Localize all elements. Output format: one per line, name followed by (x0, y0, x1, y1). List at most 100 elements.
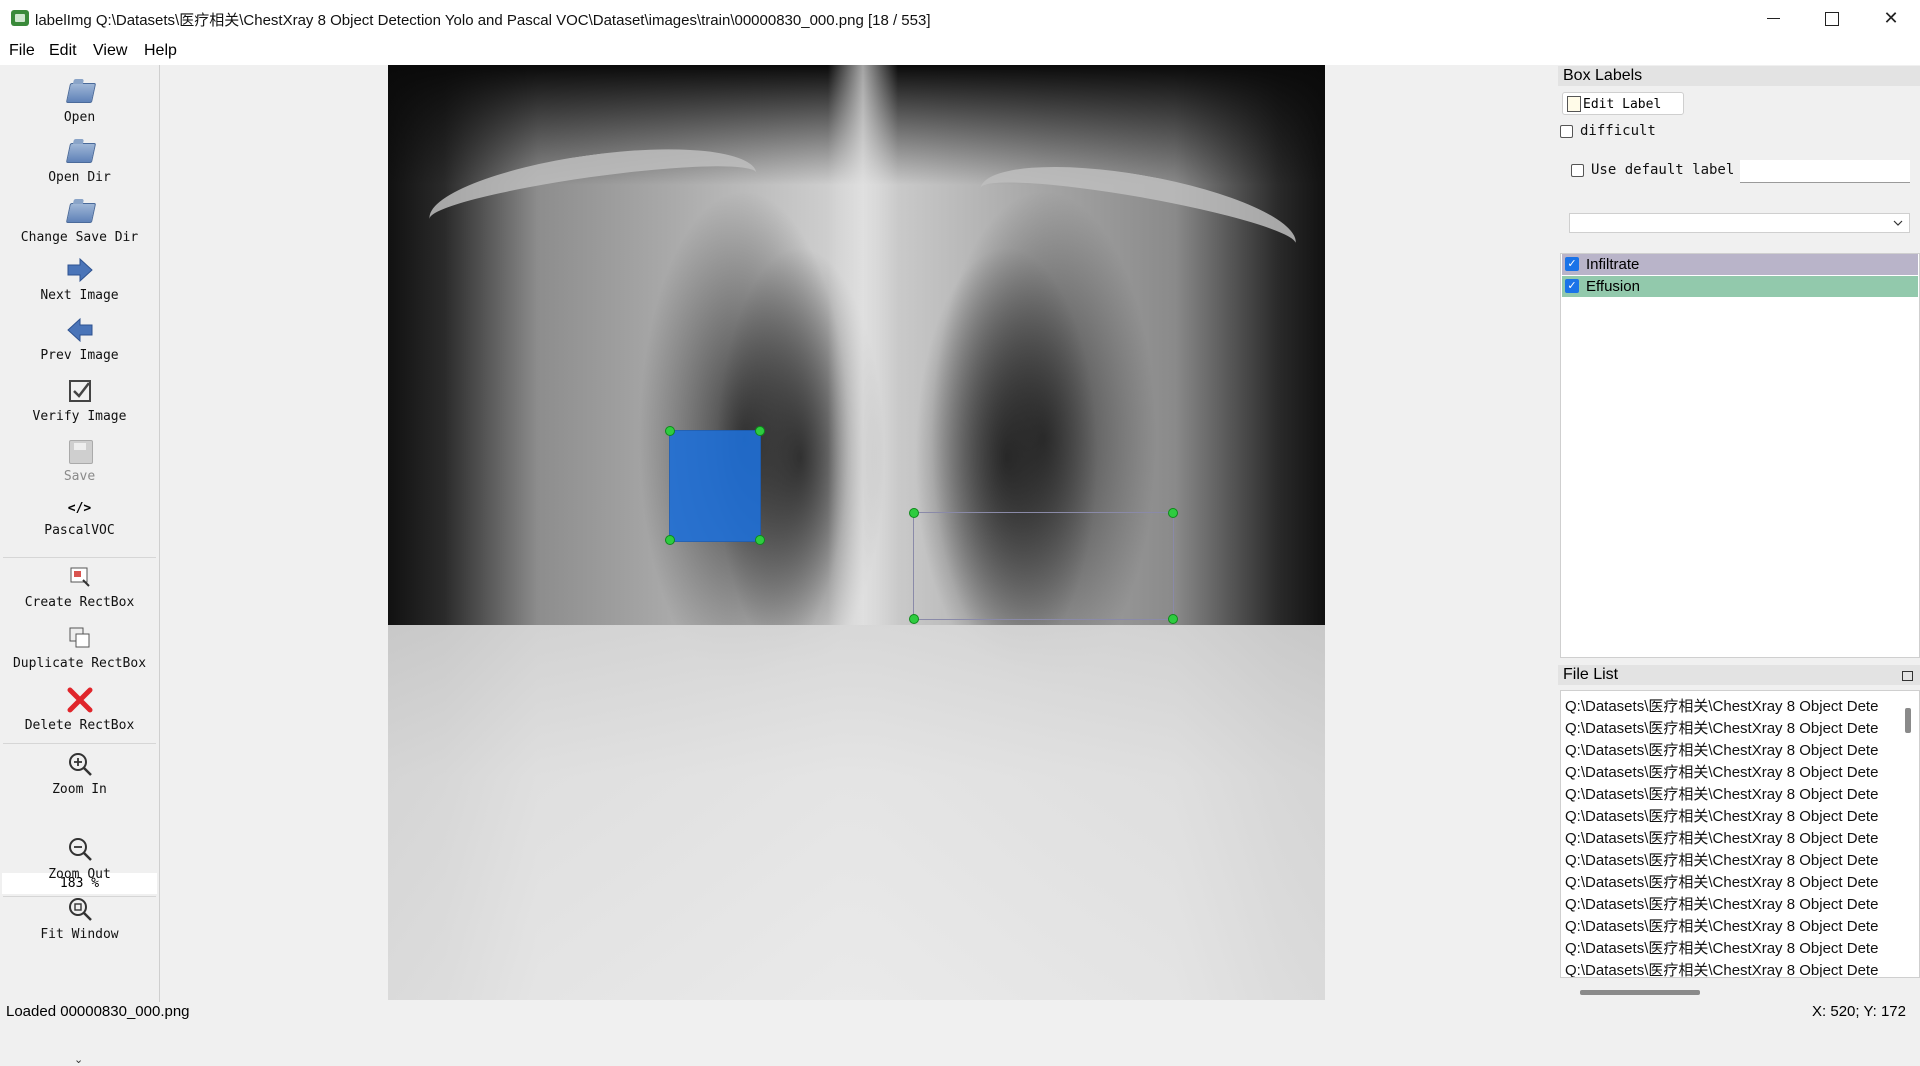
bounding-box-effusion[interactable] (913, 512, 1174, 620)
save-label: Save (63, 469, 96, 484)
duplicate-rectbox-label: Duplicate RectBox (12, 656, 147, 671)
left-toolbar: Open Open Dir Change Save Dir Next Image… (0, 65, 160, 1066)
fit-window-button[interactable]: Fit Window (0, 894, 159, 942)
bounding-box-infiltrate[interactable] (669, 430, 761, 542)
use-default-label-text: Use default label (1591, 162, 1735, 178)
file-list-item[interactable]: Q:\Datasets\医疗相关\ChestXray 8 Object Dete (1565, 959, 1905, 977)
verify-image-button[interactable]: Verify Image (0, 376, 159, 424)
toolbar-divider (3, 743, 156, 744)
folder-icon (65, 137, 96, 167)
zoom-in-button[interactable]: Zoom In (0, 749, 159, 797)
box-corner-handle[interactable] (909, 508, 919, 518)
checkmark-icon[interactable]: ✓ (1565, 279, 1579, 293)
code-icon: </> (67, 501, 92, 516)
labelimg-app-icon (11, 10, 29, 26)
file-list-item[interactable]: Q:\Datasets\医疗相关\ChestXray 8 Object Dete (1565, 915, 1905, 937)
file-list-item[interactable]: Q:\Datasets\医疗相关\ChestXray 8 Object Dete (1565, 893, 1905, 915)
edit-label-text: Edit Label (1583, 97, 1662, 112)
default-label-input[interactable] (1740, 160, 1910, 183)
zoom-out-icon (65, 834, 95, 864)
menu-file[interactable]: File (9, 42, 35, 60)
box-corner-handle[interactable] (1168, 508, 1178, 518)
menu-edit[interactable]: Edit (49, 42, 77, 60)
file-list-item[interactable]: Q:\Datasets\医疗相关\ChestXray 8 Object Dete (1565, 761, 1905, 783)
open-dir-button[interactable]: Open Dir (0, 137, 159, 185)
close-button[interactable]: ✕ (1862, 0, 1920, 37)
file-list-item[interactable]: Q:\Datasets\医疗相关\ChestXray 8 Object Dete (1565, 783, 1905, 805)
toolbar-divider (3, 557, 156, 558)
file-list-item[interactable]: Q:\Datasets\医疗相关\ChestXray 8 Object Dete (1565, 805, 1905, 827)
file-list-title: File List (1558, 665, 1920, 685)
arrow-right-icon (65, 255, 95, 285)
minimize-button[interactable] (1744, 0, 1802, 37)
file-list-vertical-scrollbar[interactable] (1905, 708, 1911, 733)
create-rectbox-label: Create RectBox (24, 595, 135, 610)
prev-image-label: Prev Image (40, 348, 119, 363)
save-disk-icon (65, 436, 95, 466)
prev-image-button[interactable]: Prev Image (0, 315, 159, 363)
box-corner-handle[interactable] (755, 535, 765, 545)
xray-spine-shading (828, 65, 898, 625)
create-rectbox-button[interactable]: Create RectBox (0, 562, 159, 610)
zoom-in-icon (65, 749, 95, 779)
edit-label-button[interactable]: Edit Label (1562, 92, 1684, 115)
open-button[interactable]: Open (0, 77, 159, 125)
maximize-button[interactable] (1803, 0, 1861, 37)
label-filter-combobox[interactable] (1569, 213, 1910, 233)
file-list-item[interactable]: Q:\Datasets\医疗相关\ChestXray 8 Object Dete (1565, 871, 1905, 893)
label-item-infiltrate[interactable]: ✓ Infiltrate (1562, 254, 1918, 275)
xray-shading-bottom (388, 625, 1325, 1000)
next-image-button[interactable]: Next Image (0, 255, 159, 303)
cursor-coordinates: X: 520; Y: 172 (1812, 1003, 1906, 1020)
menu-bar: File Edit View Help (0, 37, 1920, 65)
zoom-out-button[interactable]: Zoom Out (0, 834, 159, 882)
file-list-item[interactable]: Q:\Datasets\医疗相关\ChestXray 8 Object Dete (1565, 937, 1905, 959)
box-corner-handle[interactable] (909, 614, 919, 624)
delete-rectbox-button[interactable]: Delete RectBox (0, 685, 159, 733)
format-label: PascalVOC (44, 523, 115, 538)
duplicate-rectbox-button[interactable]: Duplicate RectBox (0, 623, 159, 671)
edit-pencil-icon (1567, 96, 1581, 112)
checkmark-icon[interactable]: ✓ (1565, 257, 1579, 271)
toolbar-extension-chevron-icon[interactable]: ⌄ (74, 1053, 83, 1066)
file-list-item[interactable]: Q:\Datasets\医疗相关\ChestXray 8 Object Dete (1565, 695, 1905, 717)
box-corner-handle[interactable] (665, 426, 675, 436)
file-list-item[interactable]: Q:\Datasets\医疗相关\ChestXray 8 Object Dete (1565, 827, 1905, 849)
maximize-icon (1825, 11, 1839, 26)
verify-image-label: Verify Image (32, 409, 127, 424)
duplicate-icon (65, 623, 95, 653)
box-corner-handle[interactable] (1168, 614, 1178, 624)
change-save-dir-button[interactable]: Change Save Dir (0, 197, 159, 245)
chest-xray-image (388, 65, 1325, 1000)
next-image-label: Next Image (40, 288, 119, 303)
format-toggle-button[interactable]: </> PascalVOC (0, 498, 159, 538)
save-button[interactable]: Save (0, 436, 159, 484)
fit-window-label: Fit Window (40, 927, 119, 942)
open-dir-label: Open Dir (48, 170, 111, 185)
label-item-text: Effusion (1586, 278, 1640, 295)
delete-x-icon (65, 685, 95, 715)
file-list: Q:\Datasets\医疗相关\ChestXray 8 Object Dete… (1560, 690, 1920, 978)
menu-view[interactable]: View (93, 42, 127, 60)
difficult-checkbox[interactable] (1560, 125, 1573, 138)
chevron-down-icon (1893, 215, 1903, 234)
file-list-item[interactable]: Q:\Datasets\医疗相关\ChestXray 8 Object Dete (1565, 739, 1905, 761)
label-item-text: Infiltrate (1586, 256, 1640, 273)
file-list-horizontal-scrollbar[interactable] (1580, 990, 1700, 995)
open-label: Open (63, 110, 96, 125)
use-default-label-checkbox[interactable] (1571, 164, 1584, 177)
file-list-item[interactable]: Q:\Datasets\医疗相关\ChestXray 8 Object Dete (1565, 717, 1905, 739)
box-labels-title: Box Labels (1558, 66, 1920, 86)
window-title: labelImg Q:\Datasets\医疗相关\ChestXray 8 Ob… (35, 12, 931, 29)
dock-float-icon[interactable] (1902, 671, 1913, 681)
box-corner-handle[interactable] (755, 426, 765, 436)
zoom-out-label: Zoom Out (48, 867, 111, 882)
close-icon: ✕ (1883, 8, 1899, 29)
checkbox-icon (65, 376, 95, 406)
status-bar: Loaded 00000830_000.png X: 520; Y: 172 (0, 1002, 1920, 1020)
create-rectbox-icon (65, 562, 95, 592)
label-item-effusion[interactable]: ✓ Effusion (1562, 276, 1918, 297)
menu-help[interactable]: Help (144, 42, 177, 60)
box-corner-handle[interactable] (665, 535, 675, 545)
file-list-item[interactable]: Q:\Datasets\医疗相关\ChestXray 8 Object Dete (1565, 849, 1905, 871)
